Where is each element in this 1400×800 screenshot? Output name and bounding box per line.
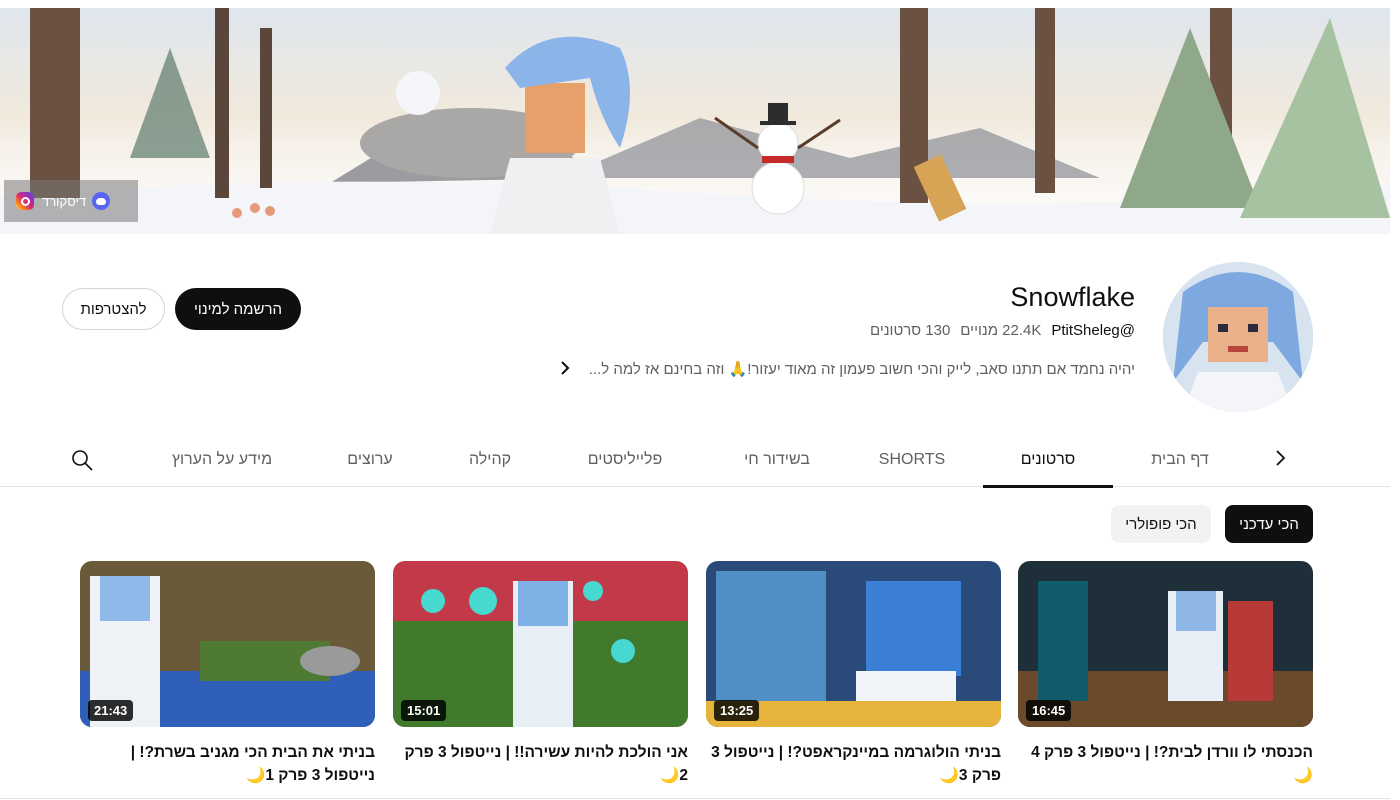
video-card[interactable]: 13:25 בניתי הולוגרמה במיינקראפט?! | נייט…: [706, 561, 1001, 787]
tab-shorts[interactable]: SHORTS: [862, 432, 962, 487]
tab-live[interactable]: בשידור חי: [712, 432, 842, 487]
channel-description[interactable]: יהיה נחמד אם תתנו סאב, לייק והכי חשוב פע…: [589, 360, 1135, 378]
tab-channels[interactable]: ערוצים: [330, 432, 410, 487]
video-title[interactable]: אני הולכת להיות עשירה!! | נייטפול 3 פרק …: [393, 741, 688, 787]
video-thumbnail[interactable]: 21:43: [80, 561, 375, 727]
video-thumbnail[interactable]: 15:01: [393, 561, 688, 727]
channel-tabs: דף הבית סרטונים SHORTS בשידור חי פלייליס…: [0, 432, 1390, 488]
discord-link[interactable]: דיסקורד: [42, 192, 111, 210]
video-title[interactable]: הכנסתי לו וורדן לבית?! | נייטפול 3 פרק 4…: [1018, 741, 1313, 787]
sort-popular-chip[interactable]: הכי פופולרי: [1111, 505, 1211, 543]
video-card[interactable]: 16:45 הכנסתי לו וורדן לבית?! | נייטפול 3…: [1018, 561, 1313, 787]
video-title[interactable]: בניתי הולוגרמה במיינקראפט?! | נייטפול 3 …: [706, 741, 1001, 787]
discord-icon: [92, 192, 111, 210]
channel-avatar[interactable]: [1163, 262, 1313, 412]
tab-about[interactable]: מידע על הערוץ: [160, 432, 284, 487]
chevron-right-icon[interactable]: [556, 357, 574, 379]
channel-banner: דיסקורד: [0, 8, 1390, 234]
video-count: 130 סרטונים: [869, 322, 951, 339]
instagram-icon: [16, 192, 34, 210]
tab-community[interactable]: קהילה: [450, 432, 530, 487]
chevron-right-icon[interactable]: [1268, 444, 1292, 472]
channel-meta: @PtitSheleg 22.4K מנויים 130 סרטונים: [870, 322, 1135, 339]
tab-home[interactable]: דף הבית: [1138, 432, 1222, 487]
sort-latest-chip[interactable]: הכי עדכני: [1225, 505, 1313, 543]
discord-link-label: דיסקורד: [42, 193, 87, 209]
video-duration: 16:45: [1026, 700, 1072, 721]
video-card[interactable]: 21:43 בניתי את הבית הכי מגניב בשרת?! | נ…: [80, 561, 375, 787]
video-duration: 13:25: [714, 700, 760, 721]
video-card[interactable]: 15:01 אני הולכת להיות עשירה!! | נייטפול …: [393, 561, 688, 787]
avatar-art: [1163, 262, 1313, 412]
join-button[interactable]: להצטרפות: [62, 288, 165, 330]
instagram-link[interactable]: [16, 192, 34, 210]
video-thumbnail[interactable]: 13:25: [706, 561, 1001, 727]
subscribe-button[interactable]: הרשמה למינוי: [175, 288, 301, 330]
video-thumbnail[interactable]: 16:45: [1018, 561, 1313, 727]
channel-handle: @PtitSheleg: [1051, 322, 1135, 339]
banner-art: [0, 8, 1390, 234]
banner-links: דיסקורד: [4, 180, 138, 222]
video-duration: 15:01: [401, 700, 447, 721]
search-icon[interactable]: [66, 444, 98, 476]
subscriber-count: 22.4K מנויים: [960, 322, 1042, 339]
video-title[interactable]: בניתי את הבית הכי מגניב בשרת?! | נייטפול…: [80, 741, 375, 787]
section-divider: [0, 798, 1390, 799]
tab-videos[interactable]: סרטונים: [983, 432, 1113, 488]
channel-name: Snowflake: [1010, 282, 1135, 312]
video-duration: 21:43: [88, 700, 134, 721]
tab-playlists[interactable]: פלייליסטים: [570, 432, 680, 487]
